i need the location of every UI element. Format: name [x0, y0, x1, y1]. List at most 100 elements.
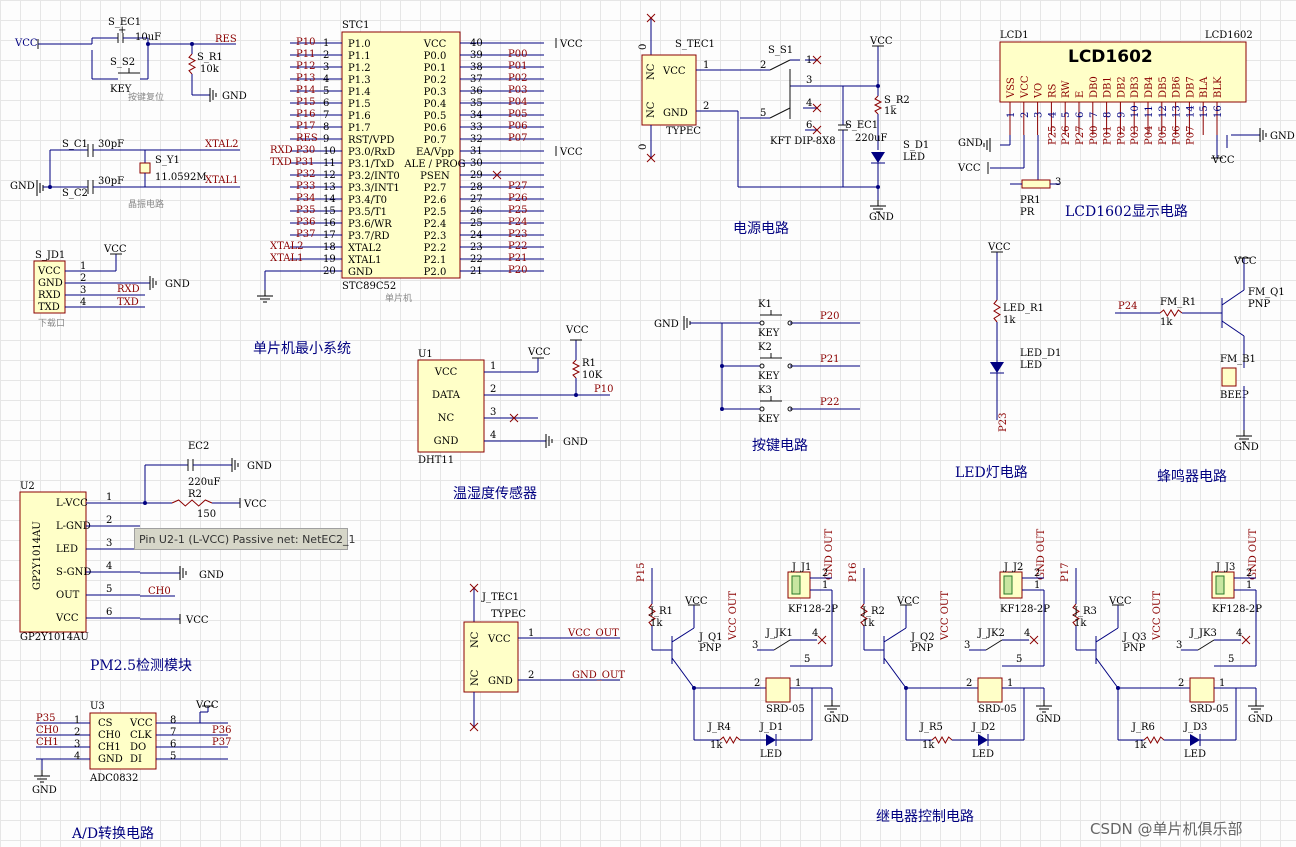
- mcu-pin-name: EA/Vpp: [416, 147, 454, 158]
- relay-q-val: PNP: [1123, 643, 1145, 654]
- power-switch-ref: S_S1: [768, 45, 793, 56]
- gnd-label: GND: [1234, 442, 1259, 453]
- term-pin: 2: [822, 568, 828, 579]
- pin2: 2: [703, 101, 709, 112]
- section-led-title: LED灯电路: [955, 465, 1028, 481]
- coil-pin: 1: [1219, 678, 1225, 689]
- section-adc-title: A/D转换电路: [71, 825, 154, 842]
- mcu-caption: 单片机: [385, 292, 412, 304]
- lcd-pin-name: DB3: [1130, 76, 1141, 98]
- relay-vcc-out: VCC OUT: [940, 591, 951, 641]
- mcu-pin-name: P0.6: [424, 123, 447, 134]
- pm25-pin-num: 5: [106, 584, 112, 595]
- adc-pin-num: 6: [170, 739, 176, 750]
- lcd-net: P04: [1144, 126, 1155, 145]
- lcd-pin-name: DB4: [1144, 76, 1155, 98]
- lcd-pin-num: 10: [1130, 105, 1141, 118]
- term-pin: 2: [1246, 568, 1252, 579]
- lcd-pin-name: DB6: [1172, 76, 1183, 98]
- lcd-net: P27: [1075, 126, 1086, 145]
- adc-pin-right: CLK: [130, 730, 152, 741]
- mcu-pin-name: P1.6: [348, 111, 371, 122]
- gnd-label: GND: [958, 138, 983, 149]
- zero-label: 0: [638, 44, 649, 50]
- pm25-pin-num: 4: [106, 561, 112, 572]
- rxd-net: RXD: [117, 284, 140, 295]
- key-contact: [759, 320, 765, 326]
- wire: [1095, 657, 1119, 689]
- relay-led-resistor: [1143, 735, 1165, 745]
- lcd-pin-name: DB1: [1103, 76, 1114, 98]
- mcu-pin-name: P2.2: [424, 243, 447, 254]
- mcu-net: P13: [296, 73, 315, 84]
- mcu-net: P10: [296, 37, 315, 48]
- mcu-pin-num: 30: [470, 158, 483, 169]
- lcd-pin-name: RS: [1047, 83, 1058, 98]
- terminal-part: KF128-2P: [1000, 604, 1050, 615]
- adc-pin-left: CH0: [98, 730, 121, 741]
- vcc-label: VCC: [195, 700, 219, 711]
- reset-resistor: [187, 53, 197, 75]
- key-net: P20: [820, 311, 839, 322]
- mcu-pin-name: P2.3: [424, 231, 447, 242]
- adc-pin-right: DO: [130, 742, 146, 753]
- junction-dot: [720, 364, 724, 368]
- mcu-pin-num: 20: [323, 266, 336, 277]
- adc-net: P37: [212, 737, 231, 748]
- mcu-pin-name: PSEN: [420, 171, 450, 182]
- term-pin: 1: [1246, 580, 1252, 591]
- wire: [769, 107, 791, 119]
- lcd-pin-num: 5: [1061, 112, 1072, 118]
- mcu-pin-name: XTAL2: [348, 243, 381, 254]
- coil-pin: 2: [1178, 678, 1184, 689]
- relay-input-net: P15: [636, 563, 647, 582]
- lcd-pin-num: 7: [1089, 112, 1100, 118]
- led-net: P23: [998, 413, 1009, 432]
- lcd-net: P03: [1130, 126, 1141, 145]
- mcu-net: P34: [296, 193, 315, 204]
- download-caption: 下载口: [38, 317, 65, 329]
- dht-pin-num: 3: [490, 407, 496, 418]
- adc-pin-num: 2: [74, 727, 80, 738]
- pm25-cap-ref: EC2: [188, 441, 209, 452]
- relay-led: [766, 734, 776, 746]
- power-r-ref: S_R2: [884, 95, 910, 106]
- lcd-part: LCD1602: [1205, 30, 1253, 41]
- mcu-net: P33: [296, 181, 315, 192]
- mcu-pin-name: P1.7: [348, 123, 371, 134]
- lcd-pin-num: 1: [1006, 112, 1017, 118]
- mcu-pin-num: 8: [323, 122, 329, 133]
- coil-pin: 2: [754, 678, 760, 689]
- vcc-label: VCC: [243, 499, 267, 510]
- mcu-pin-name: P0.2: [424, 75, 447, 86]
- relay-led-val: LED: [760, 749, 782, 760]
- lcd-net: P01: [1103, 126, 1114, 145]
- pm25-pin-name: LED: [56, 544, 78, 555]
- mcu-pin-num: 1: [323, 38, 329, 49]
- mcu-pin-num: 19: [323, 254, 336, 265]
- relay-q-val: PNP: [911, 643, 933, 654]
- sw-pin: 3: [806, 75, 812, 86]
- mcu-net: P14: [296, 85, 315, 96]
- gnd-label: GND: [1270, 131, 1295, 142]
- coil-pin: 2: [966, 678, 972, 689]
- xtal2-net: XTAL2: [205, 139, 238, 150]
- relay-switch-ref: J_JK1: [765, 628, 793, 639]
- vcc-label: VCC: [684, 596, 708, 607]
- relay-q-ref: J_Q3: [1122, 632, 1147, 643]
- adc-net: P36: [212, 725, 231, 736]
- relay-switch-ref: J_JK2: [977, 628, 1005, 639]
- lcd-pin-name: VO: [1034, 83, 1045, 99]
- mcu-net: P05: [508, 109, 527, 120]
- mcu-net: P35: [296, 205, 315, 216]
- relay-r-ref: J_R3: [1073, 606, 1097, 617]
- relay-led-resistor: [931, 735, 953, 745]
- lcd-ref: LCD1: [1000, 30, 1029, 41]
- buzzer-r-val: 1k: [1160, 317, 1173, 328]
- schematic: VCCS_EC110uF+S_S2KEY按键复位RESS_R110kGNDS_C…: [10, 13, 1295, 842]
- lcd-pin-name: RW: [1061, 80, 1072, 98]
- adc-pin-num: 8: [170, 715, 176, 726]
- terminal-ref: J_J2: [1003, 562, 1023, 573]
- crystal-body: [139, 162, 151, 174]
- mcu-pin-num: 14: [323, 194, 336, 205]
